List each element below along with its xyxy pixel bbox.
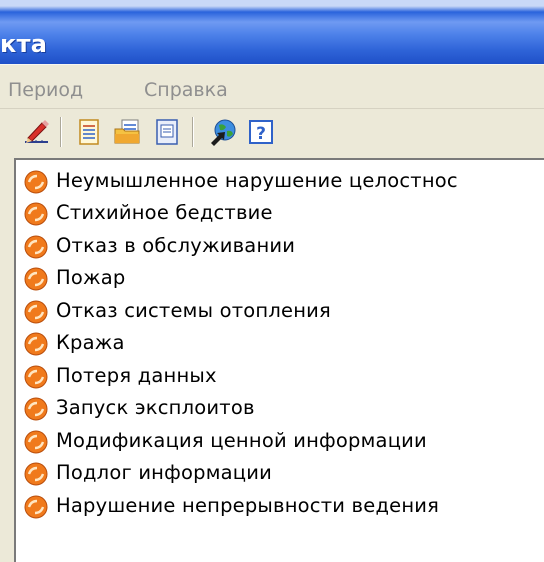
list-item[interactable]: Модификация ценной информации xyxy=(16,426,544,458)
threat-label: Пожар xyxy=(56,266,126,289)
globe-arrow-icon[interactable] xyxy=(208,117,238,147)
menu-bar: Период Справка xyxy=(0,64,544,108)
threat-label: Кража xyxy=(56,331,125,354)
list-item[interactable]: Отказ в обслуживании xyxy=(16,231,544,263)
menu-help[interactable]: Справка xyxy=(144,79,228,101)
threat-icon xyxy=(24,462,48,486)
threat-icon xyxy=(24,170,48,194)
pencil-ruler-icon[interactable] xyxy=(22,117,52,147)
threat-label: Отказ в обслуживании xyxy=(56,234,296,257)
list-item[interactable]: Неумышленное нарушение целостнос xyxy=(16,166,544,198)
threat-label: Нарушение непрерывности ведения xyxy=(56,494,440,517)
threat-icon xyxy=(24,430,48,454)
title-bar[interactable]: кта xyxy=(0,0,544,64)
threat-icon xyxy=(24,495,48,519)
document-list-icon[interactable] xyxy=(74,117,104,147)
threat-icon xyxy=(24,202,48,226)
help-icon[interactable]: ? xyxy=(246,117,276,147)
window-title: кта xyxy=(0,30,48,58)
threat-icon xyxy=(24,365,48,389)
list-item[interactable]: Кража xyxy=(16,328,544,360)
threat-label: Отказ системы отопления xyxy=(56,299,331,322)
toolbar-separator xyxy=(192,117,194,147)
folder-document-icon[interactable] xyxy=(112,117,142,147)
threat-label: Потеря данных xyxy=(56,364,217,387)
list-item[interactable]: Нарушение непрерывности ведения xyxy=(16,491,544,523)
threat-icon xyxy=(24,332,48,356)
threat-list[interactable]: Неумышленное нарушение целостнос Стихийн… xyxy=(14,158,544,562)
threat-label: Подлог информации xyxy=(56,461,272,484)
list-item[interactable]: Отказ системы отопления xyxy=(16,296,544,328)
threat-icon xyxy=(24,397,48,421)
application-window: кта Период Справка ? Неумышленное наруше… xyxy=(0,0,544,562)
threat-label: Запуск эксплоитов xyxy=(56,396,255,419)
threat-icon xyxy=(24,267,48,291)
menu-period[interactable]: Период xyxy=(8,79,83,101)
svg-text:?: ? xyxy=(256,124,266,144)
threat-label: Стихийное бедствие xyxy=(56,201,273,224)
threat-icon xyxy=(24,300,48,324)
threat-label: Неумышленное нарушение целостнос xyxy=(56,169,458,192)
toolbar: ? xyxy=(0,108,544,154)
list-item[interactable]: Потеря данных xyxy=(16,361,544,393)
list-panel: Неумышленное нарушение целостнос Стихийн… xyxy=(0,154,544,562)
threat-icon xyxy=(24,235,48,259)
threat-label: Модификация ценной информации xyxy=(56,429,427,452)
list-item[interactable]: Пожар xyxy=(16,263,544,295)
document-card-icon[interactable] xyxy=(152,117,182,147)
toolbar-separator xyxy=(60,117,62,147)
list-item[interactable]: Подлог информации xyxy=(16,458,544,490)
list-item[interactable]: Запуск эксплоитов xyxy=(16,393,544,425)
list-item[interactable]: Стихийное бедствие xyxy=(16,198,544,230)
